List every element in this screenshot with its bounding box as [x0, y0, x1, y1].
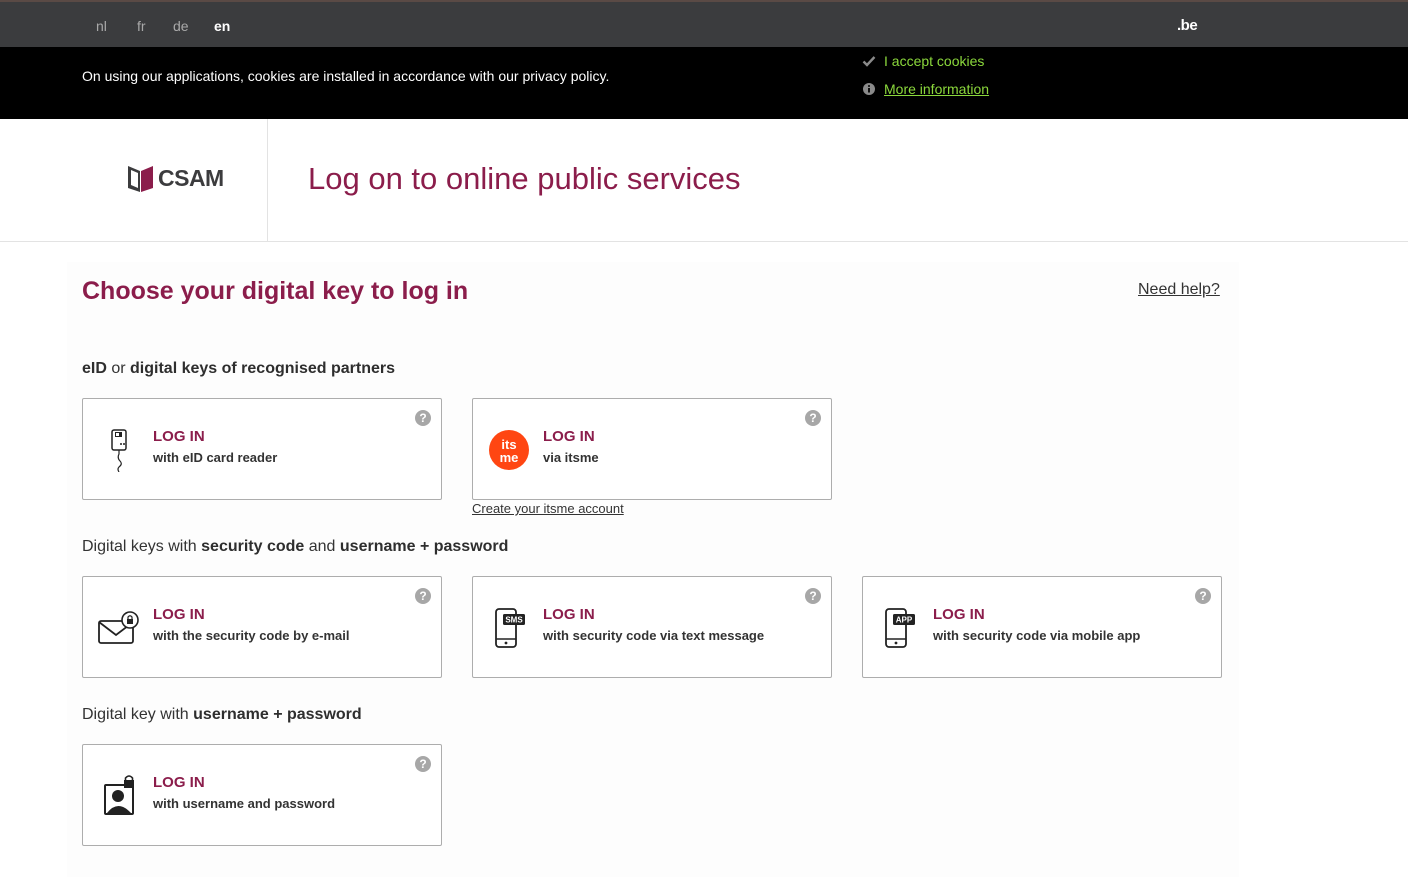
app-phone-icon: APP: [877, 605, 921, 651]
help-question-icon[interactable]: ?: [805, 588, 821, 604]
group-label-eid: eID or digital keys of recognised partne…: [82, 360, 395, 378]
login-app-code-card[interactable]: APP LOG IN with security code via mobile…: [862, 576, 1222, 678]
card-title: LOG IN: [543, 428, 595, 445]
login-eid-card[interactable]: LOG IN with eID card reader ?: [82, 398, 442, 500]
accept-cookies-label: I accept cookies: [884, 53, 985, 69]
sms-badge-text: SMS: [505, 616, 523, 625]
info-icon: [863, 83, 875, 95]
more-information-link[interactable]: More information: [884, 81, 989, 97]
group-label-username: Digital key with username + password: [82, 706, 362, 724]
email-lock-icon: [97, 605, 141, 651]
help-question-icon[interactable]: ?: [415, 410, 431, 426]
card-title: LOG IN: [543, 606, 595, 623]
lang-de[interactable]: de: [173, 18, 189, 34]
header: CSAM Log on to online public services: [0, 119, 1408, 242]
login-username-password-card[interactable]: LOG IN with username and password ?: [82, 744, 442, 846]
card-subtitle: with eID card reader: [153, 450, 278, 465]
lang-en[interactable]: en: [214, 18, 230, 34]
group-label-part: username + password: [193, 706, 362, 723]
check-icon: [862, 56, 876, 67]
login-email-code-card[interactable]: LOG IN with the security code by e-mail …: [82, 576, 442, 678]
help-question-icon[interactable]: ?: [415, 588, 431, 604]
itsme-logo-icon: its me: [487, 427, 531, 473]
help-question-icon[interactable]: ?: [805, 410, 821, 426]
card-subtitle: with security code via text message: [543, 628, 765, 643]
login-sms-code-card[interactable]: SMS LOG IN with security code via text m…: [472, 576, 832, 678]
csam-logo-text: CSAM: [158, 164, 224, 191]
group-label-part: Digital keys with: [82, 538, 202, 555]
card-title: LOG IN: [933, 606, 985, 623]
sms-phone-icon: SMS: [487, 605, 531, 651]
help-question-icon[interactable]: ?: [1195, 588, 1211, 604]
need-help-link[interactable]: Need help?: [1138, 281, 1220, 299]
group-label-part: Digital key with: [82, 706, 194, 723]
cookie-notice-text: On using our applications, cookies are i…: [82, 68, 610, 84]
group-label-part: and: [304, 538, 340, 555]
header-divider: [267, 119, 268, 241]
csam-logo[interactable]: CSAM: [127, 163, 224, 193]
group-label-part: security code: [201, 538, 305, 555]
login-itsme-card[interactable]: its me LOG IN via itsme ?: [472, 398, 832, 500]
lang-nl[interactable]: nl: [96, 18, 107, 34]
group-label-part: digital keys of recognised partners: [130, 360, 395, 377]
card-subtitle: with security code via mobile app: [933, 628, 1141, 643]
create-itsme-account-link[interactable]: Create your itsme account: [472, 501, 624, 516]
card-title: LOG IN: [153, 774, 205, 791]
card-subtitle: via itsme: [543, 450, 599, 465]
svg-text:me: me: [500, 450, 519, 465]
more-information: More information: [862, 81, 989, 97]
be-logo[interactable]: .be: [1177, 17, 1198, 34]
group-label-part: username + password: [339, 538, 509, 555]
card-title: LOG IN: [153, 606, 205, 623]
lang-fr[interactable]: fr: [137, 18, 146, 34]
csam-logo-icon: [128, 166, 153, 192]
page-title: Log on to online public services: [308, 161, 741, 196]
card-subtitle: with the security code by e-mail: [153, 628, 350, 643]
group-label-security-code: Digital keys with security code and user…: [82, 538, 508, 556]
help-question-icon[interactable]: ?: [415, 756, 431, 772]
eid-card-reader-icon: [97, 427, 141, 473]
user-lock-icon: [97, 773, 141, 819]
cookie-bar: On using our applications, cookies are i…: [0, 47, 1408, 119]
app-badge-text: APP: [896, 616, 913, 625]
card-title: LOG IN: [153, 428, 205, 445]
section-title: Choose your digital key to log in: [82, 277, 469, 305]
top-bar: nl fr de en .be: [0, 0, 1408, 47]
accept-cookies-button[interactable]: I accept cookies: [862, 53, 984, 69]
group-label-part: eID: [82, 360, 107, 377]
card-subtitle: with username and password: [153, 796, 336, 811]
group-label-part: or: [106, 360, 131, 377]
